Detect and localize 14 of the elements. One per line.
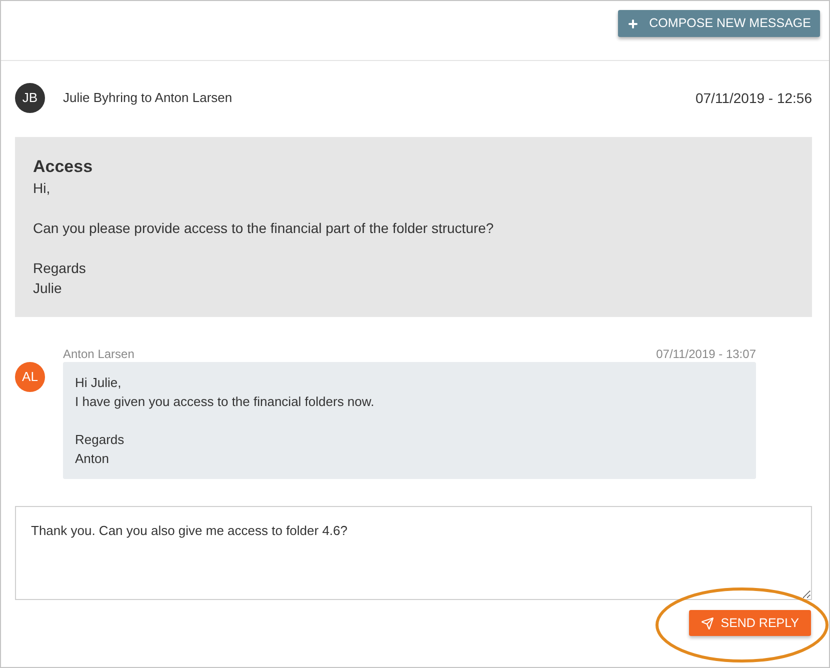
- send-icon: [700, 616, 714, 630]
- message-body: Hi, Can you please provide access to the financial part of the folder structure? Regards Julie: [33, 179, 495, 298]
- reply-date: 07/11/2019 - 13:07: [656, 346, 756, 362]
- plus-icon: [627, 18, 640, 30]
- reply-field[interactable]: Thank you. Can you also give me access to folder 4.6?: [15, 506, 812, 600]
- compose-button[interactable]: COMPOSE NEW MESSAGE: [618, 10, 820, 37]
- avatar: JB: [15, 83, 45, 113]
- message-date: 07/11/2019 - 12:56: [695, 88, 812, 108]
- message-subject: Access: [33, 156, 94, 178]
- reply-sender: Anton Larsen: [63, 346, 134, 362]
- send-reply-button[interactable]: SEND REPLY: [688, 610, 811, 636]
- reply-body: Hi Julie, I have given you access to the financial folders now. Regards Anton: [75, 374, 376, 468]
- sender-line: Julie Byhring to Anton Larsen: [63, 89, 232, 108]
- avatar: AL: [15, 362, 45, 392]
